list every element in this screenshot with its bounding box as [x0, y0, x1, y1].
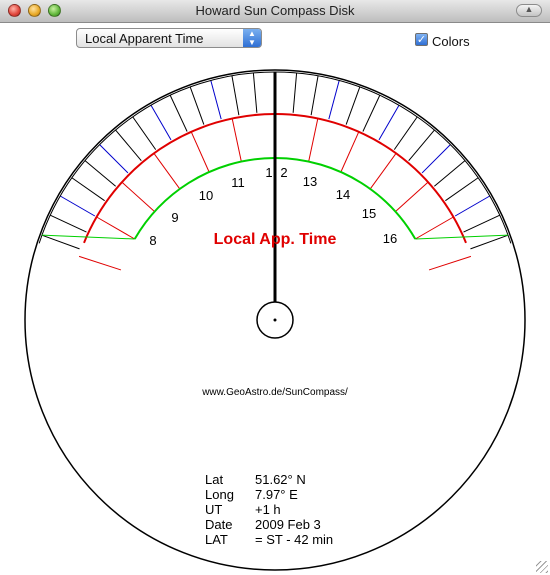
hour-label: 16	[383, 231, 397, 246]
outer-tick	[292, 72, 298, 113]
outer-tick	[189, 86, 205, 125]
outer-tick	[362, 95, 381, 132]
hour-label: 1	[265, 165, 272, 180]
outer-tick	[59, 195, 96, 217]
outer-tick	[445, 177, 479, 202]
hour-label: 15	[362, 206, 376, 221]
outer-tick	[99, 144, 129, 174]
info-label: Date	[205, 517, 232, 532]
hour-spoke	[153, 153, 181, 190]
app-window: Howard Sun Compass Disk ▲ Local Apparent…	[0, 0, 550, 575]
outer-tick	[454, 195, 491, 217]
hour-spoke	[308, 118, 319, 162]
info-value: 51.62° N	[255, 472, 306, 487]
outer-tick	[421, 144, 451, 174]
info-value: +1 h	[255, 502, 281, 517]
outer-tick	[132, 116, 157, 150]
hour-label: 9	[171, 210, 178, 225]
outer-tick	[252, 72, 258, 113]
info-value: 2009 Feb 3	[255, 517, 321, 532]
gnomon-center	[273, 318, 277, 322]
outer-tick	[41, 234, 80, 250]
outer-tick	[470, 234, 509, 250]
outer-tick	[393, 116, 418, 150]
info-block: Lat 51.62° N Long 7.97° E UT +1 h Date 2009 Feb…	[205, 472, 333, 547]
outer-tick	[84, 160, 116, 187]
hour-spoke	[395, 181, 429, 212]
hour-spoke	[231, 118, 242, 162]
info-label: UT	[205, 502, 222, 517]
outer-tick	[328, 80, 340, 120]
hour-spoke	[428, 255, 472, 271]
hour-spoke	[340, 131, 360, 173]
outer-tick	[378, 104, 400, 141]
outer-tick	[50, 214, 87, 233]
info-value: 7.97° E	[255, 487, 298, 502]
end-connector	[415, 234, 509, 240]
outer-tick	[71, 177, 105, 202]
info-value: = ST - 42 min	[255, 532, 333, 547]
hour-label: 11	[231, 175, 245, 190]
info-label: Lat	[205, 472, 223, 487]
hour-spoke	[121, 181, 155, 212]
hour-spoke	[78, 255, 122, 271]
hour-label: 8	[149, 233, 156, 248]
outer-tick	[150, 104, 172, 141]
center-label: Local App. Time	[214, 231, 337, 248]
info-label: Long	[205, 487, 234, 502]
outer-tick	[434, 160, 466, 187]
compass-disk: 8910111 213141516 Local App. Time www.Geo…	[24, 69, 526, 571]
outer-tick	[408, 129, 435, 161]
hour-spoke	[190, 131, 210, 173]
outer-tick	[231, 75, 240, 116]
hour-label: 13	[303, 174, 317, 189]
hour-label: 2	[280, 165, 287, 180]
website-text: www.GeoAstro.de/SunCompass/	[201, 387, 348, 398]
end-connector	[41, 234, 135, 240]
outer-tick	[310, 75, 319, 116]
hour-spoke	[96, 216, 135, 240]
outer-tick	[115, 129, 142, 161]
outer-tick	[210, 80, 222, 120]
hour-label: 14	[336, 187, 350, 202]
resize-grip[interactable]	[536, 561, 548, 573]
outer-tick	[463, 214, 500, 233]
hour-label: 10	[199, 188, 213, 203]
outer-tick	[345, 86, 361, 125]
info-label: LAT	[205, 532, 228, 547]
hour-spoke	[415, 216, 454, 240]
hour-spoke	[369, 153, 397, 190]
outer-tick	[169, 95, 188, 132]
